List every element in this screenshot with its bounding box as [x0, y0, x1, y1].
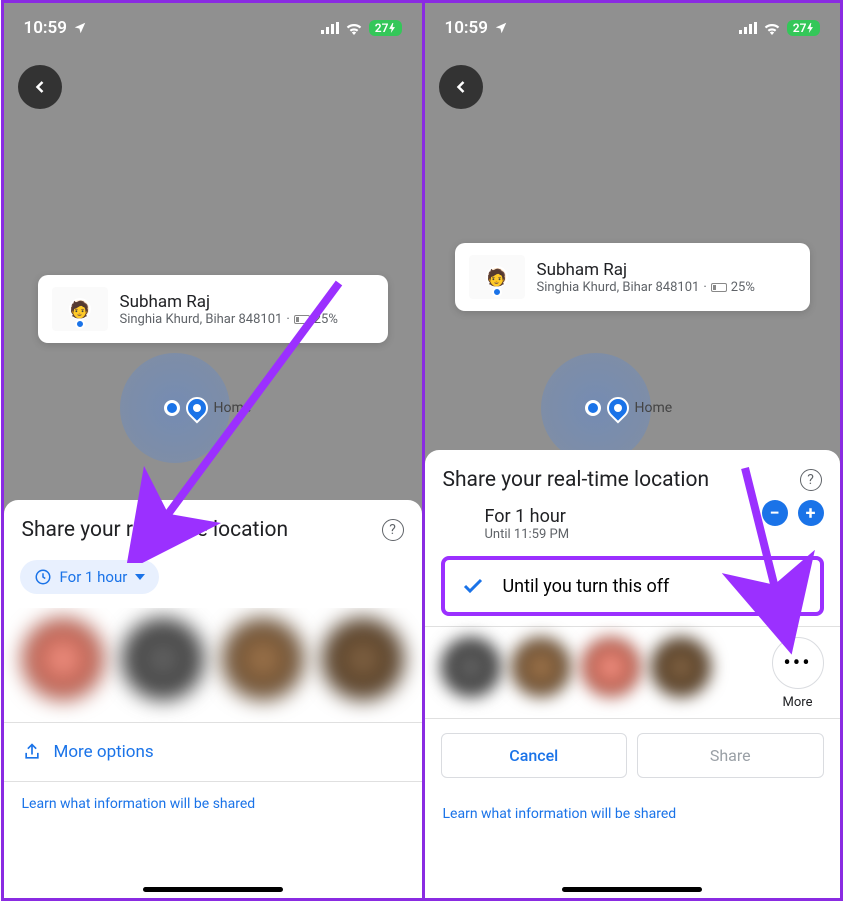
contact-avatar[interactable]: [581, 637, 641, 697]
contact-pin-icon: [492, 287, 502, 297]
help-icon[interactable]: ?: [800, 469, 822, 491]
wifi-icon: [345, 22, 363, 35]
contact-avatar[interactable]: [651, 637, 711, 697]
wifi-icon: [763, 22, 781, 35]
home-indicator: [143, 887, 283, 892]
duration-pill[interactable]: For 1 hour: [20, 560, 160, 594]
status-time: 10:59: [445, 18, 488, 38]
home-label: Home: [635, 400, 673, 416]
clock-icon: [34, 568, 52, 586]
help-icon[interactable]: ?: [382, 519, 404, 541]
screenshot-right: 10:59 27 🧑 Subham Raj Singhia Khurd, Bih…: [422, 3, 840, 898]
home-indicator: [562, 887, 702, 892]
current-location-dot-icon: [164, 400, 180, 416]
contact-card[interactable]: 🧑 Subham Raj Singhia Khurd, Bihar 848101…: [455, 243, 810, 311]
contact-avatar-icon: 🧑: [486, 266, 508, 288]
sheet-title: Share your real-time location: [443, 468, 710, 492]
check-icon: [461, 574, 485, 598]
share-sheet-expanded: Share your real-time location ? For 1 ho…: [425, 450, 840, 898]
duration-option-hour[interactable]: For 1 hour Until 11:59 PM − +: [425, 500, 840, 548]
contact-name: Subham Raj: [537, 260, 796, 280]
contact-avatar[interactable]: [22, 618, 104, 700]
status-bar: 10:59 27: [425, 3, 840, 53]
cancel-button[interactable]: Cancel: [441, 733, 628, 778]
card-thumbnail: 🧑: [52, 287, 108, 331]
back-button[interactable]: [439, 65, 483, 109]
card-thumbnail: 🧑: [469, 255, 525, 299]
home-marker: Home: [585, 397, 673, 419]
share-button[interactable]: Share: [637, 733, 824, 778]
contacts-row: ••• More: [425, 627, 840, 718]
contact-avatar[interactable]: [441, 637, 501, 697]
status-bar: 10:59 27: [4, 3, 422, 53]
battery-mini-icon: [711, 283, 727, 292]
contact-detail: Singhia Khurd, Bihar 848101 · 25%: [537, 280, 796, 295]
back-button[interactable]: [18, 65, 62, 109]
contact-avatar[interactable]: [511, 637, 571, 697]
more-label: More: [783, 695, 813, 710]
battery-badge: 27: [369, 20, 402, 36]
more-contacts-button[interactable]: •••: [772, 637, 824, 689]
sheet-title: Share your real-time location: [22, 518, 289, 542]
duration-option-until-off[interactable]: Until you turn this off: [441, 556, 824, 616]
status-time: 10:59: [24, 18, 67, 38]
contacts-row: [4, 608, 422, 722]
contact-detail: Singhia Khurd, Bihar 848101 · 25%: [120, 312, 374, 327]
learn-link[interactable]: Learn what information will be shared: [4, 782, 422, 832]
contact-avatar[interactable]: [222, 618, 304, 700]
signal-icon: [739, 22, 757, 34]
contact-avatar[interactable]: [122, 618, 204, 700]
decrease-button[interactable]: −: [762, 500, 788, 526]
contact-pin-icon: [75, 319, 85, 329]
chevron-left-icon: [30, 77, 50, 97]
contact-avatar[interactable]: [322, 618, 404, 700]
contact-name: Subham Raj: [120, 292, 374, 312]
more-options-row[interactable]: More options: [4, 723, 422, 781]
share-sheet: Share your real-time location ? For 1 ho…: [4, 500, 422, 898]
location-arrow-icon: [73, 21, 87, 35]
home-marker: Home: [164, 397, 252, 419]
contact-card[interactable]: 🧑 Subham Raj Singhia Khurd, Bihar 848101…: [38, 275, 388, 343]
dropdown-caret-icon: [135, 574, 145, 580]
learn-link[interactable]: Learn what information will be shared: [425, 792, 840, 842]
contact-avatar-icon: 🧑: [69, 298, 91, 320]
increase-button[interactable]: +: [798, 500, 824, 526]
screenshot-left: 10:59 27 🧑 Subham Raj Singhia Khurd, Bih…: [4, 3, 422, 898]
battery-badge: 27: [787, 20, 820, 36]
chevron-left-icon: [451, 77, 471, 97]
signal-icon: [321, 22, 339, 34]
share-icon: [22, 741, 42, 763]
home-label: Home: [214, 400, 252, 416]
location-arrow-icon: [494, 21, 508, 35]
current-location-dot-icon: [585, 400, 601, 416]
battery-mini-icon: [294, 315, 310, 324]
